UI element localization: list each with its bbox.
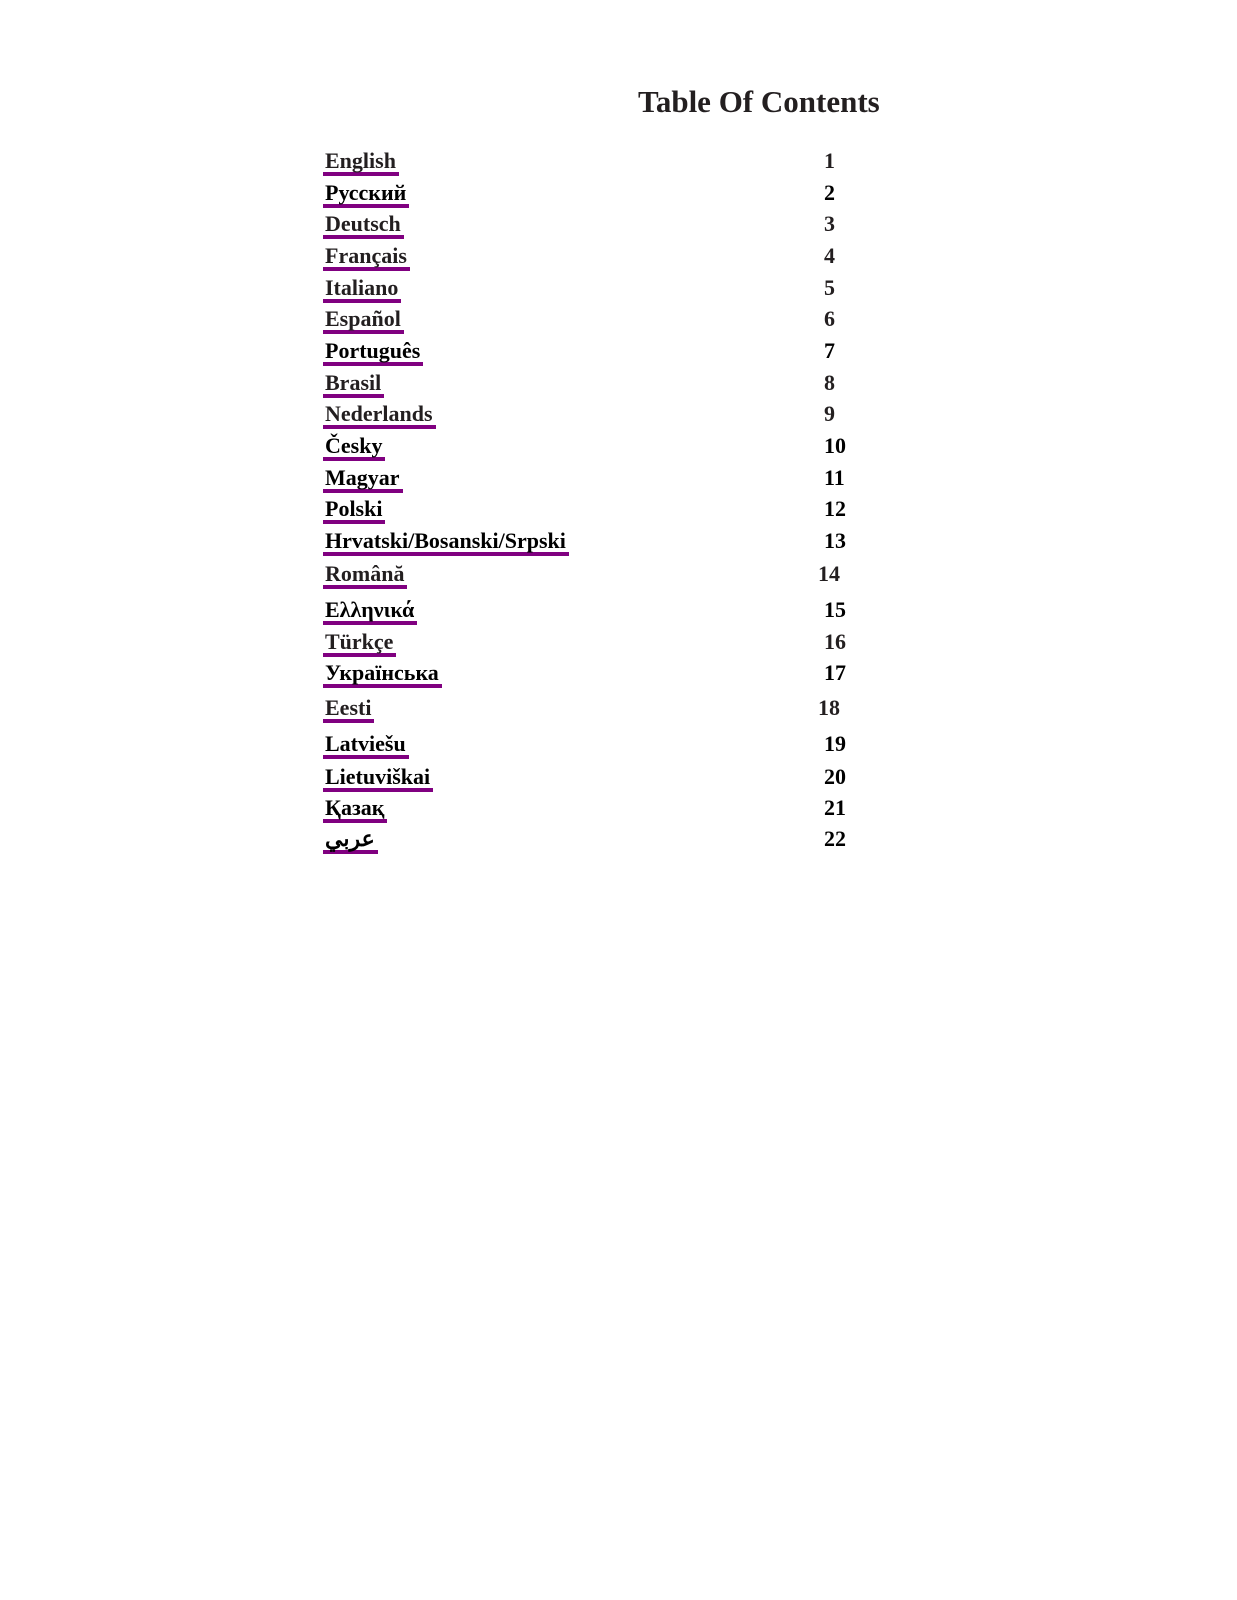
toc-entry-label: Česky [323,435,386,461]
toc-page-number: 15 [824,597,846,622]
toc-page-number: 4 [824,243,835,268]
toc-page-number: 18 [818,695,840,720]
toc-page-number: 16 [824,629,846,654]
toc-entry-label: Română [323,563,408,589]
toc-entry-label: Italiano [323,277,402,303]
toc-entry-label: Deutsch [323,213,404,239]
toc-page-number: 19 [824,731,846,756]
toc-entry-link[interactable]: عربي [323,826,378,854]
toc-entry-label: Polski [323,498,386,524]
toc-entry-label: Eesti [323,697,375,723]
toc-entry-label: Español [323,308,404,334]
toc-entry-link[interactable]: Қазақ [323,795,388,823]
page-title: Table Of Contents [638,84,880,119]
toc-entry-label: Ελληνικά [323,599,418,625]
toc-page-number: 17 [824,660,846,685]
toc-page-number: 12 [824,496,846,521]
toc-page-number: 14 [818,561,840,586]
toc-entry-label: Nederlands [323,403,436,429]
toc-entry-label: عربي [323,828,378,854]
toc-entry-link[interactable]: Ελληνικά [323,597,418,625]
toc-entry-link[interactable]: Português [323,338,424,366]
toc-entry-label: Türkçe [323,631,397,657]
toc-page-number: 22 [824,826,846,851]
toc-entry-link[interactable]: Lietuviškai [323,764,434,792]
toc-entry-link[interactable]: Español [323,306,404,334]
toc-entry-link[interactable]: Magyar [323,465,403,493]
toc-page-number: 13 [824,528,846,553]
toc-page-number: 11 [824,465,845,490]
toc-entry-link[interactable]: Hrvatski/Bosanski/Srpski [323,528,569,556]
toc-entry-link[interactable]: Latviešu [323,731,409,759]
toc-page-number: 6 [824,306,835,331]
toc-entry-link[interactable]: Nederlands [323,401,436,429]
toc-entry-link[interactable]: Eesti [323,695,375,723]
toc-page-number: 1 [824,148,835,173]
toc-page-number: 20 [824,764,846,789]
toc-page-number: 9 [824,401,835,426]
toc-entry-label: Русский [323,182,410,208]
toc-entry-label: Lietuviškai [323,766,434,792]
toc-entry-link[interactable]: English [323,148,399,176]
toc-entry-label: Brasil [323,372,385,398]
toc-page-number: 7 [824,338,835,363]
toc-entry-link[interactable]: Italiano [323,275,402,303]
toc-page-number: 2 [824,180,835,205]
toc-page-number: 10 [824,433,846,458]
toc-page-number: 8 [824,370,835,395]
toc-entry-link[interactable]: Deutsch [323,211,404,239]
toc-page-number: 3 [824,211,835,236]
toc-entry-label: Hrvatski/Bosanski/Srpski [323,530,569,556]
toc-entry-label: Português [323,340,424,366]
toc-entry-label: Magyar [323,467,403,493]
toc-page-number: 5 [824,275,835,300]
toc-entry-link[interactable]: Français [323,243,410,271]
toc-entry-link[interactable]: Română [323,561,408,589]
toc-entry-link[interactable]: Polski [323,496,386,524]
toc-entry-link[interactable]: Türkçe [323,629,397,657]
toc-entry-link[interactable]: Українська [323,660,442,688]
toc-page-number: 21 [824,795,846,820]
toc-entry-label: English [323,150,399,176]
toc-entry-label: Қазақ [323,797,388,823]
toc-entry-link[interactable]: Česky [323,433,386,461]
toc-entry-label: Українська [323,662,442,688]
toc-entry-label: Latviešu [323,733,409,759]
toc-entry-link[interactable]: Brasil [323,370,385,398]
toc-entry-label: Français [323,245,410,271]
toc-entry-link[interactable]: Русский [323,180,410,208]
